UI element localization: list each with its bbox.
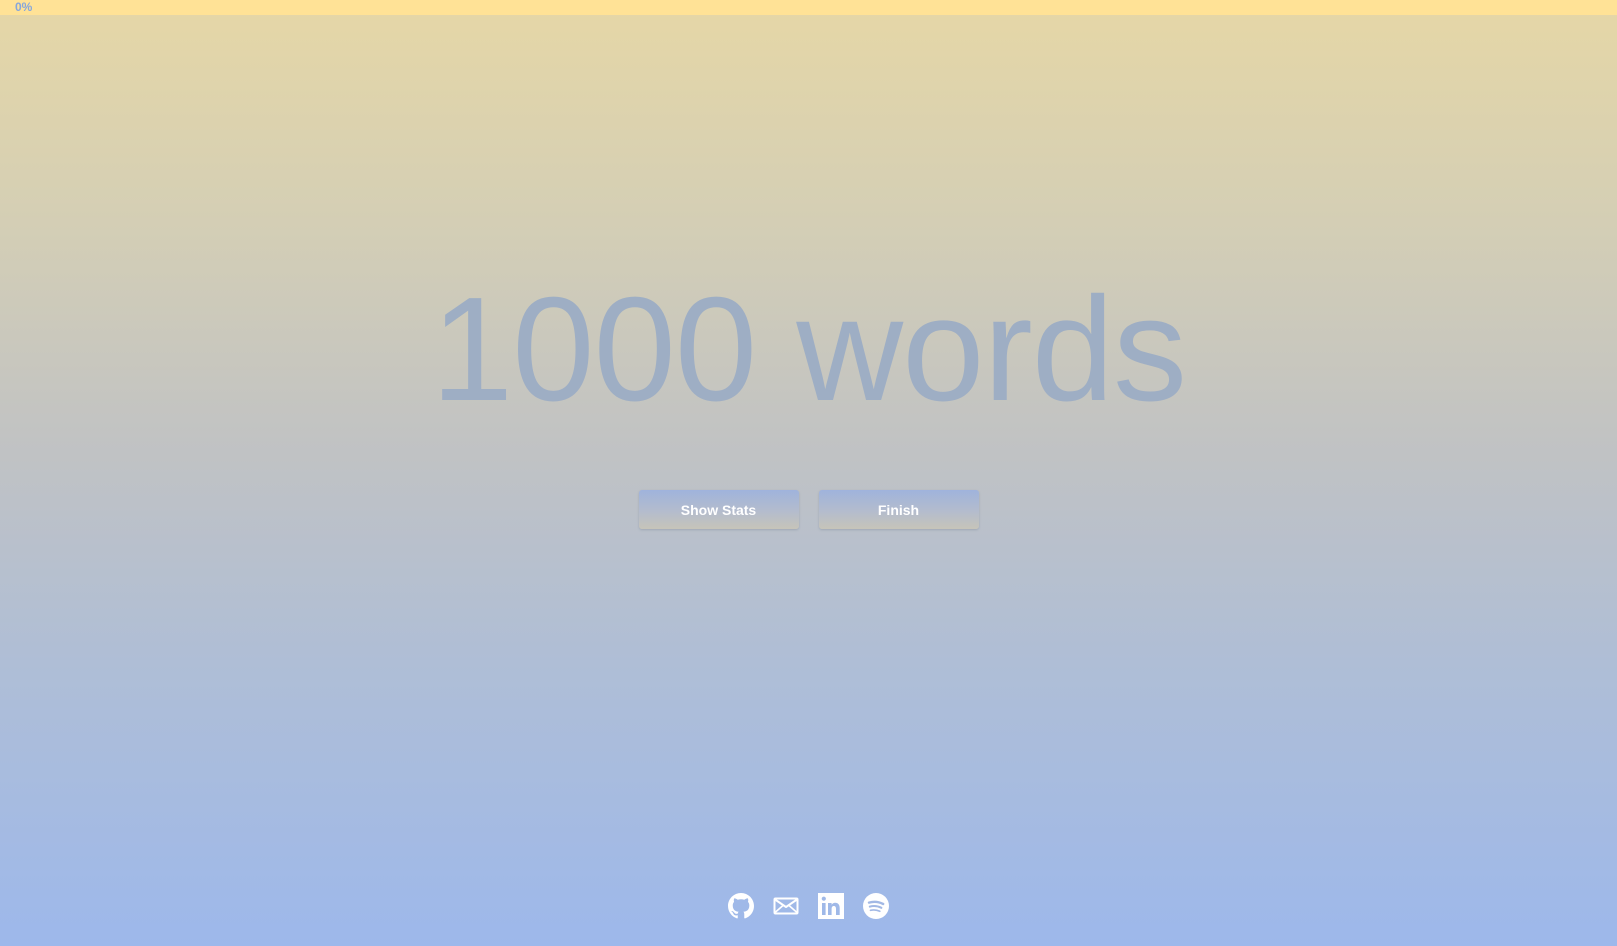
mail-icon [773, 897, 799, 915]
github-link[interactable] [728, 893, 754, 919]
word-count-headline: 1000 words [430, 267, 1187, 432]
github-icon [728, 893, 754, 919]
show-stats-button[interactable]: Show Stats [638, 490, 799, 529]
social-links [0, 893, 1617, 919]
spotify-icon [863, 893, 889, 919]
progress-label: 0% [15, 0, 33, 14]
spotify-link[interactable] [863, 893, 889, 919]
linkedin-link[interactable] [818, 893, 844, 919]
action-buttons: Show Stats Finish [0, 490, 1617, 529]
progress-bar: 0% [0, 0, 1617, 15]
linkedin-icon [818, 893, 844, 919]
finish-button[interactable]: Finish [818, 490, 979, 529]
mail-link[interactable] [773, 893, 799, 919]
